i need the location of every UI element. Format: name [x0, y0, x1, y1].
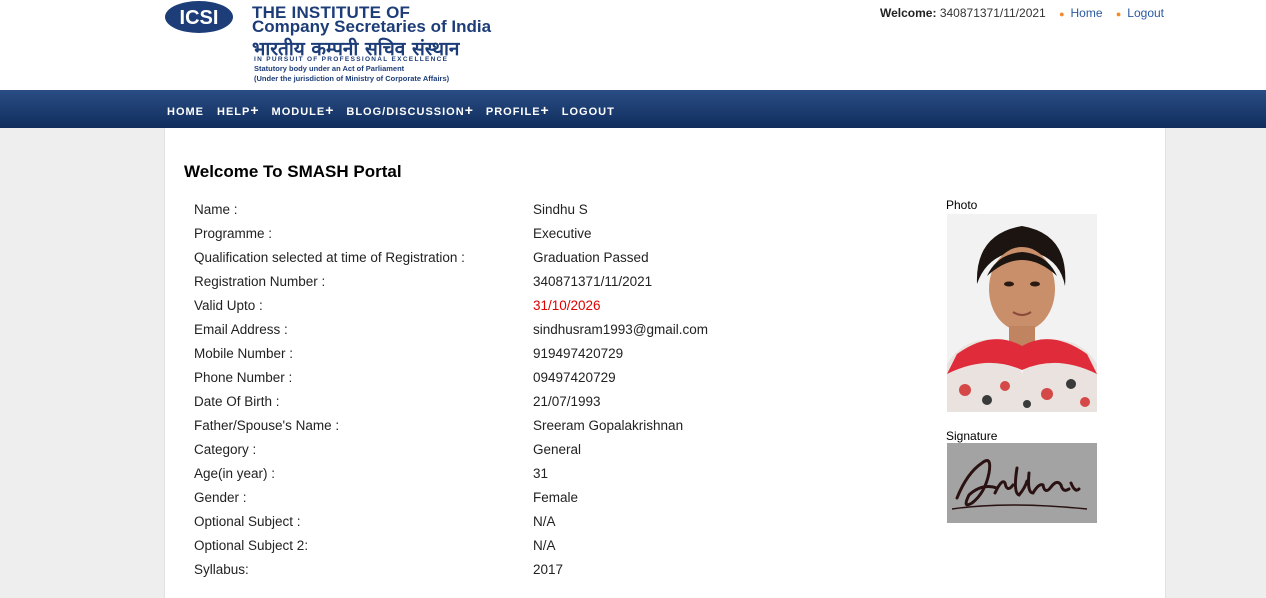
- icsi-logo[interactable]: ICSI THE INSTITUTE OF Company Secretarie…: [164, 0, 524, 88]
- logo-mark-text: ICSI: [180, 7, 219, 29]
- optional-subject-label: Optional Subject :: [194, 514, 301, 529]
- nav-help-label: HELP: [217, 106, 251, 118]
- logo-tagline: IN PURSUIT OF PROFESSIONAL EXCELLENCE: [254, 56, 449, 63]
- email-value: sindhusram1993@gmail.com: [533, 322, 709, 337]
- home-bullet-icon: ●: [1059, 9, 1065, 19]
- mobile-number-value: 919497420729: [533, 346, 624, 361]
- nav-blog-discussion-label: BLOG/DISCUSSION: [346, 106, 465, 118]
- date-of-birth-value: 21/07/1993: [533, 394, 601, 409]
- page-title: Welcome To SMASH Portal: [184, 162, 402, 181]
- nav-logout-label: LOGOUT: [561, 106, 615, 118]
- nav-blog-plus-icon: +: [464, 102, 473, 118]
- gender-label: Gender :: [194, 490, 247, 505]
- main-nav: HOME HELP+ MODULE+ BLOG/DISCUSSION+ PROFILE+…: [167, 102, 628, 118]
- syllabus-value: 2017: [533, 562, 564, 577]
- profile-panel: Welcome To SMASH Portal Name : Sindhu S …: [164, 128, 1166, 598]
- logout-link[interactable]: Logout: [1127, 6, 1164, 20]
- category-value: General: [533, 442, 582, 457]
- registration-number-label: Registration Number :: [194, 274, 326, 289]
- age-value: 31: [533, 466, 549, 481]
- photo-label: Photo: [946, 198, 978, 212]
- logo-jurisdiction-line: (Under the jurisdiction of Ministry of C…: [254, 74, 450, 83]
- date-of-birth-label: Date Of Birth :: [194, 394, 280, 409]
- category-label: Category :: [194, 442, 257, 457]
- nav-home[interactable]: HOME: [167, 106, 204, 118]
- nav-blog-discussion[interactable]: BLOG/DISCUSSION+: [346, 102, 472, 118]
- nav-help-plus-icon: +: [250, 102, 259, 118]
- nav-profile-plus-icon: +: [540, 102, 549, 118]
- optional-subject-2-value: N/A: [533, 538, 556, 553]
- site-header: ICSI THE INSTITUTE OF Company Secretarie…: [0, 0, 1266, 90]
- nav-help[interactable]: HELP+: [217, 102, 259, 118]
- qualification-label: Qualification selected at time of Regist…: [194, 250, 465, 265]
- qualification-value: Graduation Passed: [533, 250, 649, 265]
- user-welcome-bar: Welcome: 340871371/11/2021 ● Home ● Logout: [880, 6, 1164, 20]
- valid-upto-value: 31/10/2026: [533, 298, 601, 313]
- logo-title-line2: Company Secretaries of India: [252, 17, 492, 36]
- nav-logout[interactable]: LOGOUT: [562, 106, 615, 118]
- name-value: Sindhu S: [533, 202, 588, 217]
- registration-number-value: 340871371/11/2021: [533, 274, 653, 289]
- phone-number-label: Phone Number :: [194, 370, 293, 385]
- nav-profile-label: PROFILE: [485, 106, 541, 118]
- optional-subject-value: N/A: [533, 514, 556, 529]
- name-label: Name :: [194, 202, 238, 217]
- father-spouse-name-label: Father/Spouse's Name :: [194, 418, 340, 433]
- nav-module-plus-icon: +: [325, 102, 334, 118]
- signature-label: Signature: [946, 429, 998, 443]
- home-link[interactable]: Home: [1071, 6, 1103, 20]
- nav-home-label: HOME: [167, 106, 204, 118]
- syllabus-label: Syllabus:: [194, 562, 249, 577]
- phone-number-value: 09497420729: [533, 370, 616, 385]
- profile-photo-image: [947, 214, 1097, 412]
- nav-profile[interactable]: PROFILE+: [485, 102, 549, 118]
- nav-module-label: MODULE: [271, 106, 326, 118]
- welcome-user-id: 340871371/11/2021: [939, 6, 1046, 20]
- signature-image: [947, 443, 1097, 523]
- email-label: Email Address :: [194, 322, 288, 337]
- mobile-number-label: Mobile Number :: [194, 346, 294, 361]
- age-label: Age(in year) :: [194, 466, 276, 481]
- programme-value: Executive: [533, 226, 592, 241]
- nav-module[interactable]: MODULE+: [271, 102, 334, 118]
- programme-label: Programme :: [194, 226, 273, 241]
- logout-bullet-icon: ●: [1115, 9, 1122, 19]
- profile-photo: [947, 214, 1097, 412]
- valid-upto-label: Valid Upto :: [194, 298, 263, 313]
- father-spouse-name-value: Sreeram Gopalakrishnan: [533, 418, 684, 433]
- optional-subject-2-label: Optional Subject 2:: [194, 538, 309, 553]
- icsi-logo-mark: ICSI: [165, 1, 233, 33]
- main-nav-bar: HOME HELP+ MODULE+ BLOG/DISCUSSION+ PROFILE+…: [0, 90, 1266, 128]
- logo-statutory-line: Statutory body under an Act of Parliamen…: [254, 64, 405, 73]
- signature-scribble: [947, 443, 1097, 523]
- welcome-label: Welcome:: [880, 6, 937, 20]
- gender-value: Female: [533, 490, 579, 505]
